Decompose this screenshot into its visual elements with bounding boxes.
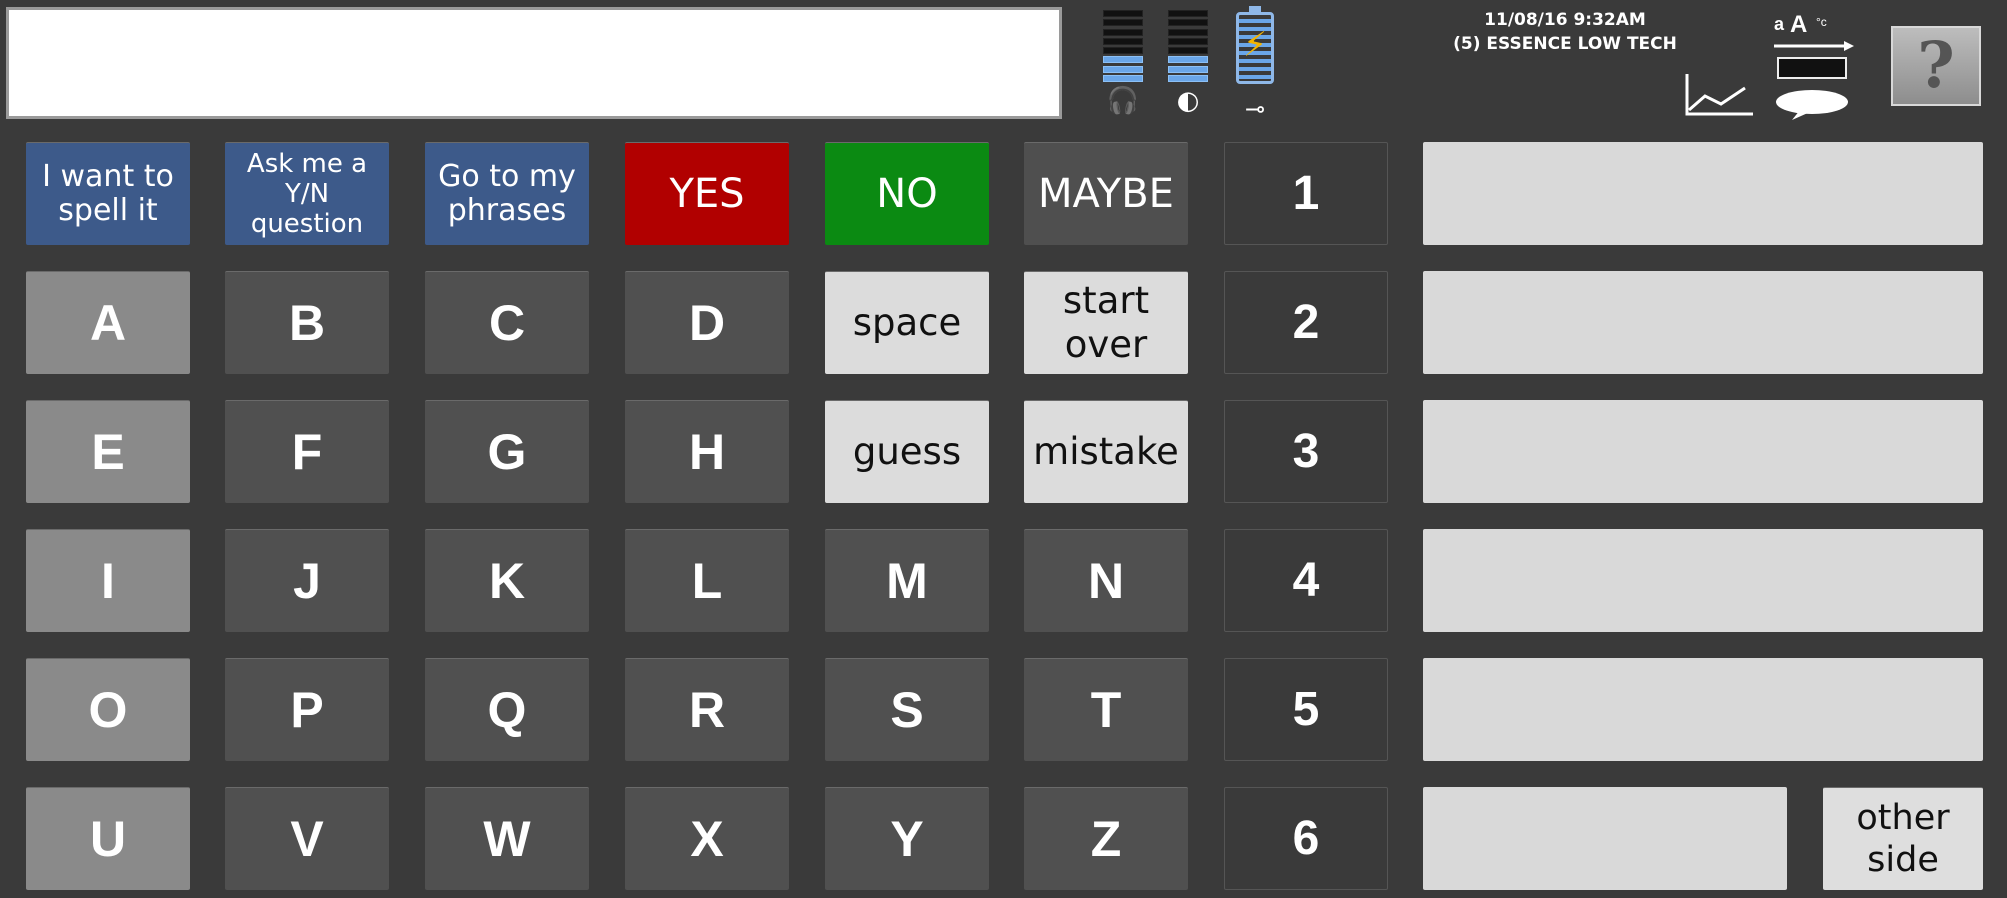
letter-key-h[interactable]: H xyxy=(625,400,789,503)
datetime: 11/08/16 9:32AM xyxy=(1484,10,1646,30)
svg-text:°c: °c xyxy=(1816,15,1827,29)
letter-key-y[interactable]: Y xyxy=(825,787,989,890)
prediction-slot-6[interactable] xyxy=(1423,787,1787,890)
graph-icon[interactable] xyxy=(1683,72,1755,118)
letter-key-w[interactable]: W xyxy=(425,787,589,890)
prediction-slot-3[interactable] xyxy=(1423,400,1983,503)
prediction-slot-1[interactable] xyxy=(1423,142,1983,245)
start-over-button[interactable]: start over xyxy=(1024,271,1188,374)
phrase-number-6[interactable]: 6 xyxy=(1224,787,1388,890)
yes-button[interactable]: YES xyxy=(625,142,789,245)
speaker-volume[interactable]: ◐ xyxy=(1168,10,1208,116)
letter-key-m[interactable]: M xyxy=(825,529,989,632)
prediction-slot-4[interactable] xyxy=(1423,529,1983,632)
letter-key-u[interactable]: U xyxy=(26,787,190,890)
maybe-button[interactable]: MAYBE xyxy=(1024,142,1188,245)
status-info: 11/08/16 9:32AM (5) ESSENCE LOW TECH xyxy=(1420,8,1710,56)
phrase-number-4[interactable]: 4 xyxy=(1224,529,1388,632)
help-button[interactable]: ? xyxy=(1891,26,1981,106)
letter-key-v[interactable]: V xyxy=(225,787,389,890)
guess-button[interactable]: guess xyxy=(825,400,989,503)
plug-icon: ⊸ xyxy=(1244,95,1266,123)
space-button[interactable]: space xyxy=(825,271,989,374)
battery-icon: ⚡ xyxy=(1236,6,1274,84)
prediction-slot-2[interactable] xyxy=(1423,271,1983,374)
letter-key-p[interactable]: P xyxy=(225,658,389,761)
letter-key-q[interactable]: Q xyxy=(425,658,589,761)
letter-key-s[interactable]: S xyxy=(825,658,989,761)
letter-key-z[interactable]: Z xyxy=(1024,787,1188,890)
i-want-to-spell-it-button[interactable]: I want to spell it xyxy=(26,142,190,245)
top-bar: 🎧 ◐ ⚡ ⊸ 11/08/16 9:32AM (5) ESSENCE LOW … xyxy=(0,0,2007,130)
mistake-button[interactable]: mistake xyxy=(1024,400,1188,503)
letter-key-l[interactable]: L xyxy=(625,529,789,632)
letter-key-i[interactable]: I xyxy=(26,529,190,632)
letter-key-b[interactable]: B xyxy=(225,271,389,374)
headphones-icon: 🎧 xyxy=(1106,86,1140,116)
message-window[interactable] xyxy=(6,7,1062,119)
letter-key-j[interactable]: J xyxy=(225,529,389,632)
letter-key-o[interactable]: O xyxy=(26,658,190,761)
speaker-icon: ◐ xyxy=(1176,86,1200,116)
svg-text:a: a xyxy=(1774,14,1785,34)
phrase-number-5[interactable]: 5 xyxy=(1224,658,1388,761)
other-side-button[interactable]: other side xyxy=(1823,787,1983,890)
letter-key-r[interactable]: R xyxy=(625,658,789,761)
headphone-volume[interactable]: 🎧 xyxy=(1103,10,1143,116)
letter-key-e[interactable]: E xyxy=(26,400,190,503)
phrase-number-3[interactable]: 3 xyxy=(1224,400,1388,503)
letter-key-t[interactable]: T xyxy=(1024,658,1188,761)
no-button[interactable]: NO xyxy=(825,142,989,245)
prediction-slot-5[interactable] xyxy=(1423,658,1983,761)
letter-key-f[interactable]: F xyxy=(225,400,389,503)
letter-key-c[interactable]: C xyxy=(425,271,589,374)
profile-name: (5) ESSENCE LOW TECH xyxy=(1453,34,1677,54)
phrase-number-1[interactable]: 1 xyxy=(1224,142,1388,245)
letter-key-g[interactable]: G xyxy=(425,400,589,503)
svg-text:A: A xyxy=(1790,11,1807,38)
letter-key-x[interactable]: X xyxy=(625,787,789,890)
letter-key-k[interactable]: K xyxy=(425,529,589,632)
letter-key-d[interactable]: D xyxy=(625,271,789,374)
letter-key-n[interactable]: N xyxy=(1024,529,1188,632)
text-size-icon[interactable]: a A °c xyxy=(1770,10,1856,120)
phrase-number-2[interactable]: 2 xyxy=(1224,271,1388,374)
go-to-my-phrases-button[interactable]: Go to my phrases xyxy=(425,142,589,245)
ask-yn-question-button[interactable]: Ask me a Y/N question xyxy=(225,142,389,245)
letter-key-a[interactable]: A xyxy=(26,271,190,374)
